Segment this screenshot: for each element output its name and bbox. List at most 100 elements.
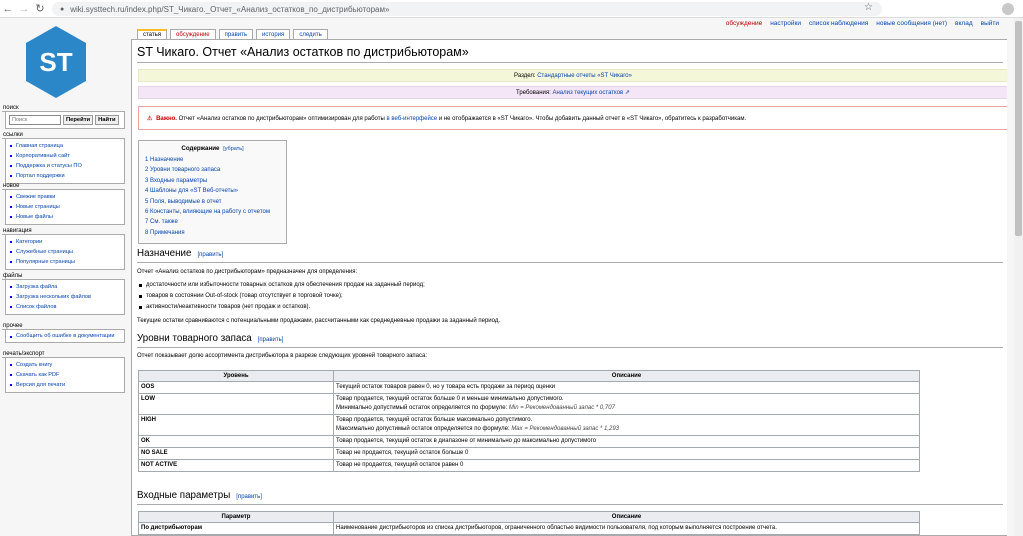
- personal-tool-link[interactable]: обсуждение: [726, 20, 762, 27]
- sidebar-item: Сообщить об ошибке в документации: [10, 332, 122, 340]
- sidebar-item: Новые страницы: [10, 202, 122, 212]
- description-line: Товар продается, текущий остаток больше …: [336, 396, 564, 402]
- section-levels-title: Уровни товарного запаса: [137, 333, 252, 344]
- sidebar-item: Корпоративный сайт: [10, 151, 122, 161]
- tab[interactable]: следить: [293, 29, 328, 39]
- site-logo[interactable]: ST: [24, 26, 88, 98]
- sidebar-link[interactable]: Список файлов: [16, 304, 56, 310]
- sidebar-link[interactable]: Сообщить об ошибке в документации: [16, 333, 114, 339]
- table-row: LOW Товар продается, текущий остаток боль…: [138, 393, 920, 415]
- sidebar-link[interactable]: Версия для печати: [16, 382, 65, 388]
- tab[interactable]: статья: [137, 29, 168, 39]
- toc-item[interactable]: 5 Поля, выводимые в отчет: [145, 197, 280, 207]
- tab[interactable]: история: [256, 29, 291, 39]
- scrollbar[interactable]: [1014, 18, 1023, 536]
- table-row: OK Товар продается, текущий остаток в диа…: [138, 435, 920, 448]
- profile-avatar[interactable]: [1002, 3, 1014, 15]
- back-icon[interactable]: ←: [0, 1, 16, 17]
- sidebar-portlet: ссылки Главная страница Корпоративный сайт…: [2, 131, 125, 184]
- sidebar-link[interactable]: Поддержка и статусы ПО: [16, 163, 82, 169]
- section-divider: [137, 504, 1003, 505]
- sidebar-link[interactable]: Корпоративный сайт: [16, 153, 70, 159]
- description-line: Максимально допустимый остаток определяе…: [336, 426, 512, 432]
- sidebar-link[interactable]: Категории: [16, 239, 42, 245]
- column-header: Описание: [333, 511, 920, 523]
- table-row: OOS Текущий остаток товаров равен 0, но у…: [138, 381, 920, 394]
- portlet-heading: новое: [2, 182, 125, 190]
- content-area: ST Чикаго. Отчет «Анализ остатков по дис…: [131, 39, 1007, 536]
- sidebar-link[interactable]: Загрузка файла: [16, 284, 57, 290]
- sidebar-portlet: навигация Категории Служебные страницы Попу…: [2, 227, 125, 270]
- description-line: Товар продается, текущий остаток в диапа…: [336, 438, 597, 444]
- search-button[interactable]: Найти: [95, 115, 119, 125]
- section-params-title: Входные параметры: [137, 490, 231, 501]
- edit-params-link[interactable]: [править]: [236, 494, 262, 500]
- scrollbar-thumb[interactable]: [1015, 21, 1022, 236]
- sidebar-item: Категории: [10, 237, 122, 247]
- portlet-list: Загрузка файла Загрузка нескольких файлов…: [10, 282, 122, 312]
- search-body: Поиск Перейти Найти: [5, 112, 125, 129]
- description-line: Товар продается, текущий остаток больше …: [336, 417, 533, 423]
- go-button[interactable]: Перейти: [63, 115, 94, 125]
- list-item: активности/неактивности товаров (нет про…: [138, 302, 425, 313]
- sidebar-link[interactable]: Служебные страницы: [16, 249, 73, 255]
- sidebar-link[interactable]: Портал поддержки: [16, 173, 65, 179]
- purpose-outro: Текущие остатки сравниваются с потенциал…: [137, 318, 501, 324]
- row-key: LOW: [138, 393, 334, 415]
- sidebar-link[interactable]: Главная страница: [16, 143, 63, 149]
- toc-item[interactable]: 1 Назначение: [145, 155, 280, 165]
- column-header: Описание: [333, 370, 920, 382]
- address-bar[interactable]: ● wiki.systtech.ru/index.php/ST_Чикаго._…: [52, 2, 882, 16]
- sidebar-link[interactable]: Создать книгу: [16, 362, 52, 368]
- row-key: По дистрибьюторам: [138, 522, 334, 535]
- sidebar-link[interactable]: Загрузка нескольких файлов: [16, 294, 91, 300]
- requirements-link[interactable]: Анализ текущих остатков: [552, 90, 623, 96]
- toc-item[interactable]: 8 Примечания: [145, 228, 280, 238]
- personal-tool-link[interactable]: настройки: [770, 20, 801, 27]
- sidebar-item: Поддержка и статусы ПО: [10, 161, 122, 171]
- sidebar-link[interactable]: Новые файлы: [16, 214, 53, 220]
- sidebar-item: Служебные страницы: [10, 247, 122, 257]
- tab[interactable]: править: [218, 29, 253, 39]
- page-title: ST Чикаго. Отчет «Анализ остатков по дис…: [137, 45, 469, 59]
- personal-tool-link[interactable]: вклад: [955, 20, 973, 27]
- sidebar-portlet: прочее Сообщить об ошибке в документации: [2, 322, 125, 343]
- description-line: Наименование дистрибьюторов из списка ди…: [336, 525, 777, 531]
- edit-levels-link[interactable]: [править]: [258, 337, 284, 343]
- sidebar-item: Скачать как PDF: [10, 370, 122, 380]
- warning-text-1: Отчет «Анализ остатков по дистрибьюторам…: [178, 116, 385, 122]
- edit-purpose-link[interactable]: [править]: [197, 252, 223, 258]
- browser-toolbar: ← → ↻ ● wiki.systtech.ru/index.php/ST_Чи…: [0, 0, 1023, 18]
- row-description: Наименование дистрибьюторов из списка ди…: [333, 522, 920, 535]
- sidebar-link[interactable]: Популярные страницы: [16, 259, 75, 265]
- toc-toggle[interactable]: [убрать]: [223, 146, 243, 152]
- warning-link[interactable]: в веб-интерфейсе: [386, 116, 437, 122]
- sidebar-portlet: печать/экспорт Создать книгу Скачать как P…: [2, 350, 125, 393]
- purpose-list: достаточности или избыточности товарных …: [138, 280, 425, 313]
- portlet-heading: ссылки: [2, 131, 125, 139]
- portlet-body: Главная страница Корпоративный сайт Поддер…: [5, 139, 125, 184]
- table-row: По дистрибьюторам Наименование дистрибьют…: [138, 522, 920, 535]
- page-tabs: статья обсуждение править история следить: [137, 29, 328, 39]
- toc-item[interactable]: 3 Входные параметры: [145, 176, 280, 186]
- toc-item[interactable]: 4 Шаблоны для «ST Веб-отчеты»: [145, 186, 280, 196]
- toc-item[interactable]: 6 Константы, влияющие на работу с отчето…: [145, 207, 280, 217]
- formula: Max = Рекомендованный запас * 1,293: [511, 426, 620, 432]
- section-link[interactable]: Стандартные отчеты «ST Чикаго»: [537, 73, 632, 79]
- forward-icon[interactable]: →: [16, 1, 32, 17]
- personal-tool-link[interactable]: список наблюдения: [809, 20, 868, 27]
- toc-item[interactable]: 7 См. также: [145, 217, 280, 227]
- sidebar-item: Портал поддержки: [10, 171, 122, 181]
- sidebar-portlet: новое Свежие правки Новые страницы Новые фа…: [2, 182, 125, 225]
- personal-tool-link[interactable]: выйти: [981, 20, 999, 27]
- bookmark-star-icon[interactable]: ☆: [864, 2, 873, 13]
- table-row: NOT ACTIVE Товар не продается, текущий ос…: [138, 459, 920, 472]
- sidebar-link[interactable]: Новые страницы: [16, 204, 60, 210]
- toc-item[interactable]: 2 Уровни товарного запаса: [145, 165, 280, 175]
- tab[interactable]: обсуждение: [170, 29, 216, 39]
- search-input[interactable]: Поиск: [9, 115, 61, 125]
- personal-tool-link[interactable]: новые сообщения (нет): [876, 20, 947, 27]
- sidebar-link[interactable]: Скачать как PDF: [16, 372, 59, 378]
- sidebar-link[interactable]: Свежие правки: [16, 194, 55, 200]
- reload-icon[interactable]: ↻: [32, 1, 48, 17]
